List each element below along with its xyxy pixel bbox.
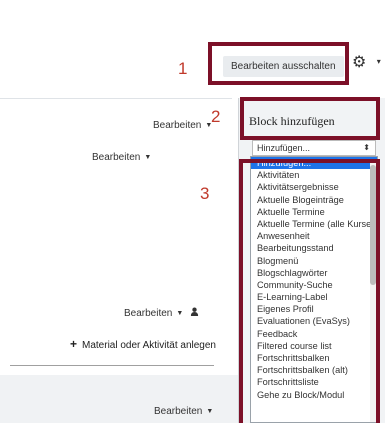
- annotation-2: 2: [211, 107, 221, 126]
- activity-edit-menu[interactable]: Bearbeiten ▼: [92, 152, 151, 163]
- add-block-select[interactable]: Hinzufügen... ⬍: [252, 140, 376, 156]
- caret-down-icon: ▼: [206, 408, 214, 415]
- gear-icon[interactable]: ⚙: [352, 54, 366, 71]
- caret-down-icon: ▼: [176, 310, 184, 317]
- add-block-select-value: Hinzufügen...: [257, 143, 311, 153]
- activity-edit-label: Bearbeiten: [124, 308, 173, 319]
- add-activity-link[interactable]: + Material oder Aktivität anlegen: [70, 337, 216, 351]
- section-edit-label: Bearbeiten: [154, 406, 203, 417]
- activity-edit-menu-2[interactable]: Bearbeiten ▼: [124, 307, 199, 319]
- annotation-3: 3: [200, 184, 210, 203]
- section-edit-menu-2[interactable]: Bearbeiten ▼: [154, 406, 213, 417]
- course-admin-menu[interactable]: ⚙ ▾: [352, 52, 381, 72]
- section-edit-menu[interactable]: Bearbeiten ▼: [153, 120, 212, 131]
- chevron-down-icon: ▾: [376, 57, 381, 66]
- annotation-1: 1: [178, 59, 188, 78]
- toggle-editing-button[interactable]: Bearbeiten ausschalten: [223, 56, 344, 77]
- add-block-title: Block hinzufügen: [249, 114, 335, 128]
- section-edit-label: Bearbeiten: [153, 120, 202, 131]
- activity-edit-label: Bearbeiten: [92, 152, 141, 163]
- plus-icon: +: [70, 337, 78, 351]
- caret-down-icon: ▼: [144, 154, 152, 161]
- add-activity-label: Material oder Aktivität anlegen: [82, 340, 216, 351]
- select-arrows-icon: ⬍: [363, 143, 370, 152]
- highlight-box-dropdown: [239, 159, 380, 423]
- section-divider: [10, 365, 214, 366]
- user-icon[interactable]: [190, 307, 199, 319]
- section-top-border: [0, 98, 232, 99]
